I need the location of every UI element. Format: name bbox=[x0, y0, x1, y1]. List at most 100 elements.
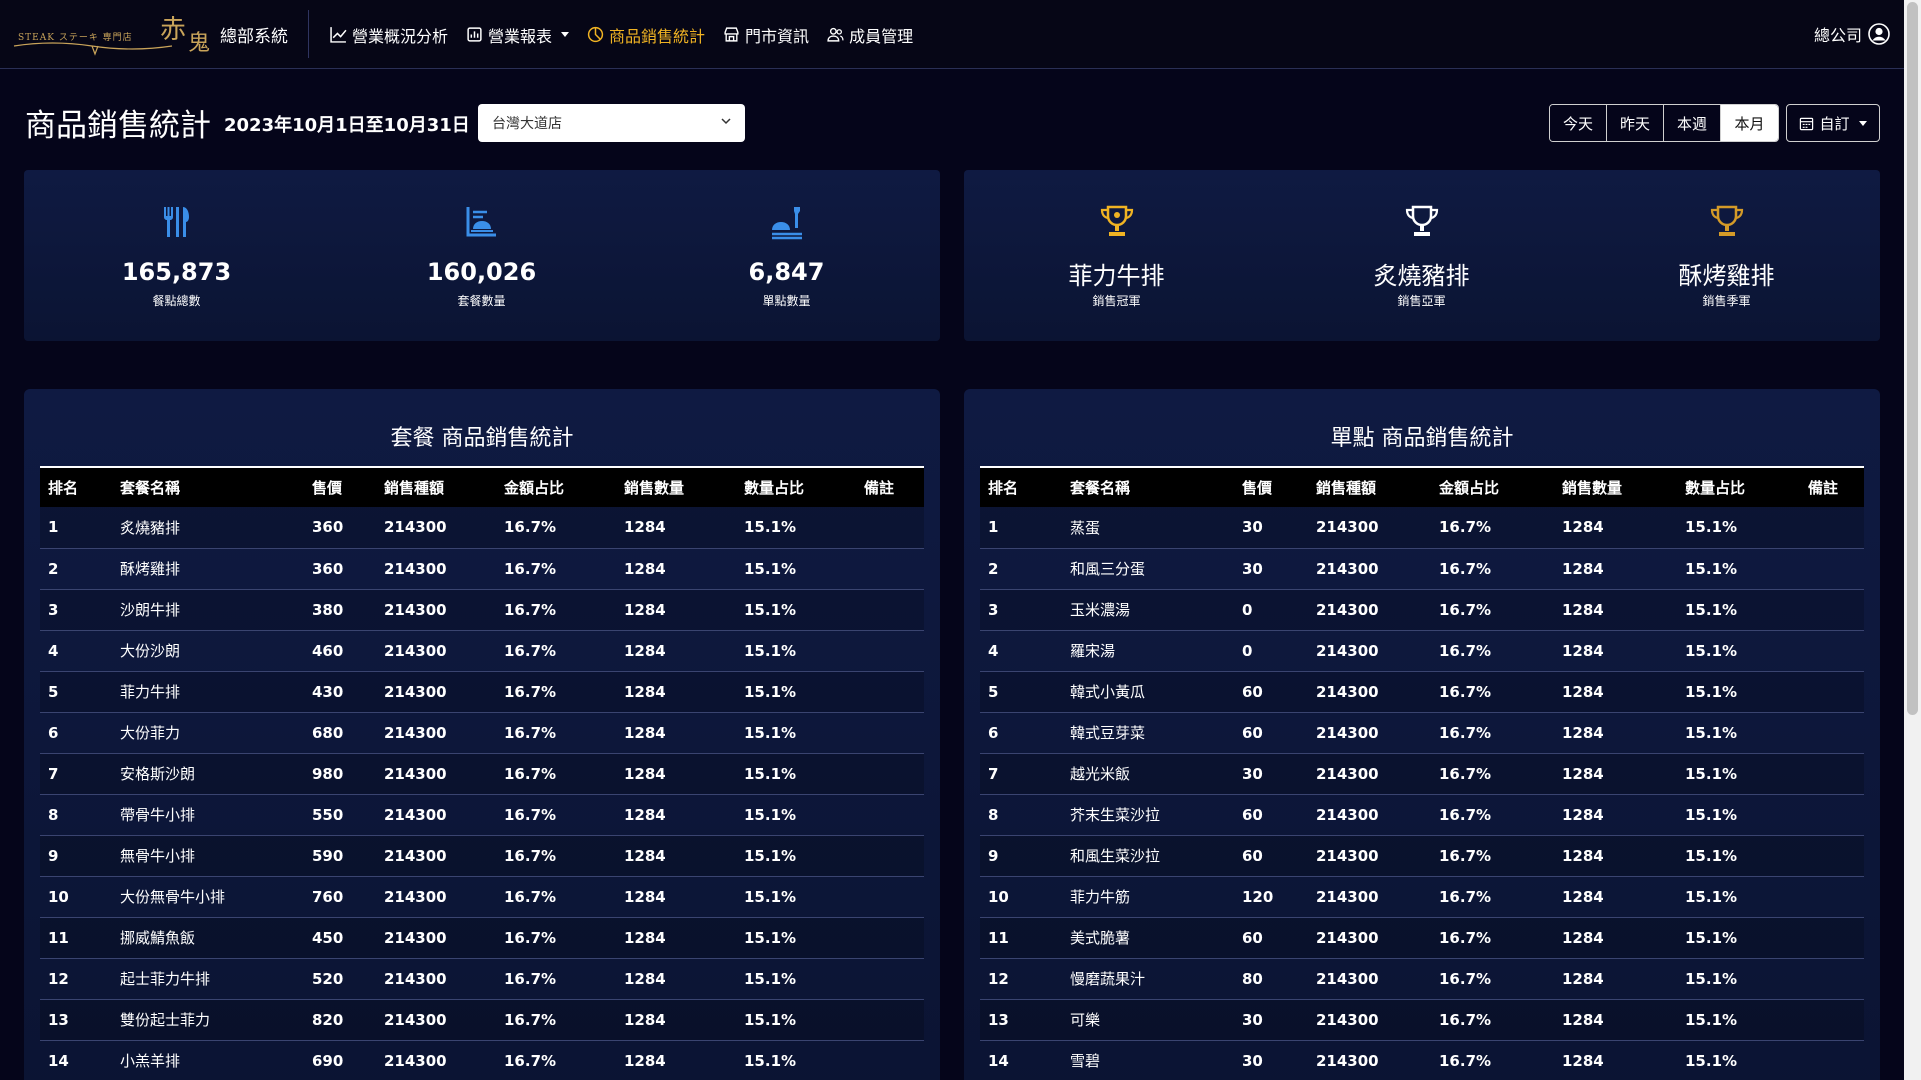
rank-product-name: 菲力牛排 bbox=[1068, 262, 1165, 290]
table-row[interactable]: 2 和風三分蛋 30 214300 16.7% 1284 15.1% bbox=[980, 548, 1864, 590]
product-name-cell: 沙朗牛排 bbox=[112, 589, 304, 631]
column-header: 數量占比 bbox=[1677, 466, 1800, 507]
table-row[interactable]: 6 韓式豆芽菜 60 214300 16.7% 1284 15.1% bbox=[980, 712, 1864, 754]
table-cell: 15.1% bbox=[736, 753, 856, 795]
rank-third: 酥烤雞排 銷售季軍 bbox=[1574, 170, 1879, 341]
column-header: 銷售種額 bbox=[376, 466, 496, 507]
table-cell: 450 bbox=[304, 917, 376, 959]
table-cell: 16.7% bbox=[496, 1040, 616, 1080]
page-scrollbar[interactable] bbox=[1904, 0, 1921, 1080]
table-row[interactable]: 10 菲力牛筋 120 214300 16.7% 1284 15.1% bbox=[980, 876, 1864, 918]
table-cell: 1284 bbox=[1554, 835, 1677, 877]
table-cell bbox=[856, 876, 924, 918]
nav-member-management[interactable]: 成員管理 bbox=[827, 23, 913, 47]
nav-product-sales[interactable]: 商品銷售統計 bbox=[587, 23, 705, 47]
table-cell bbox=[1800, 507, 1864, 549]
users-icon bbox=[827, 27, 844, 42]
table-cell: 430 bbox=[304, 671, 376, 713]
table-cell: 16.7% bbox=[1431, 1040, 1554, 1080]
table-cell bbox=[1800, 630, 1864, 672]
table-cell: 520 bbox=[304, 958, 376, 1000]
table-row[interactable]: 10 大份無骨牛小排 760 214300 16.7% 1284 15.1% bbox=[40, 876, 924, 918]
table-cell: 60 bbox=[1234, 712, 1308, 754]
table-cell: 15.1% bbox=[1677, 671, 1800, 713]
table-cell bbox=[1800, 753, 1864, 795]
table-row[interactable]: 4 大份沙朗 460 214300 16.7% 1284 15.1% bbox=[40, 630, 924, 672]
table-row[interactable]: 14 雪碧 30 214300 16.7% 1284 15.1% bbox=[980, 1040, 1864, 1080]
brand-logo[interactable]: STEAK ステーキ 専門店 赤 鬼 bbox=[12, 10, 212, 58]
pie-chart-icon bbox=[587, 26, 604, 43]
table-row[interactable]: 12 慢磨蔬果汁 80 214300 16.7% 1284 15.1% bbox=[980, 958, 1864, 1000]
table-cell: 1 bbox=[40, 507, 112, 549]
table-cell: 1284 bbox=[616, 917, 736, 959]
table-cell: 1284 bbox=[616, 999, 736, 1041]
table-row[interactable]: 6 大份菲力 680 214300 16.7% 1284 15.1% bbox=[40, 712, 924, 754]
table-cell: 60 bbox=[1234, 671, 1308, 713]
table-cell: 7 bbox=[980, 753, 1062, 795]
product-name-cell: 玉米濃湯 bbox=[1062, 589, 1234, 631]
table-row[interactable]: 3 玉米濃湯 0 214300 16.7% 1284 15.1% bbox=[980, 589, 1864, 631]
table-row[interactable]: 5 韓式小黃瓜 60 214300 16.7% 1284 15.1% bbox=[980, 671, 1864, 713]
table-row[interactable]: 7 安格斯沙朗 980 214300 16.7% 1284 15.1% bbox=[40, 753, 924, 795]
product-name-cell: 芥末生菜沙拉 bbox=[1062, 794, 1234, 836]
table-cell: 1284 bbox=[1554, 753, 1677, 795]
table-cell: 16.7% bbox=[1431, 835, 1554, 877]
store-icon bbox=[724, 27, 739, 42]
nav-business-overview[interactable]: 營業概況分析 bbox=[330, 23, 448, 47]
range-this-week-button[interactable]: 本週 bbox=[1664, 105, 1721, 141]
table-row[interactable]: 2 酥烤雞排 360 214300 16.7% 1284 15.1% bbox=[40, 548, 924, 590]
table-row[interactable]: 13 可樂 30 214300 16.7% 1284 15.1% bbox=[980, 999, 1864, 1041]
table-cell: 3 bbox=[980, 589, 1062, 631]
table-cell: 14 bbox=[980, 1040, 1062, 1080]
table-row[interactable]: 5 菲力牛排 430 214300 16.7% 1284 15.1% bbox=[40, 671, 924, 713]
table-cell: 13 bbox=[40, 999, 112, 1041]
table-cell: 550 bbox=[304, 794, 376, 836]
table-row[interactable]: 9 無骨牛小排 590 214300 16.7% 1284 15.1% bbox=[40, 835, 924, 877]
table-row[interactable]: 1 炙燒豬排 360 214300 16.7% 1284 15.1% bbox=[40, 507, 924, 549]
range-yesterday-button[interactable]: 昨天 bbox=[1607, 105, 1664, 141]
rank-first: 菲力牛排 銷售冠軍 bbox=[964, 170, 1269, 341]
table-cell: 16.7% bbox=[496, 630, 616, 672]
store-select[interactable]: 台灣大道店 bbox=[478, 104, 745, 142]
table-cell: 1 bbox=[980, 507, 1062, 549]
table-row[interactable]: 12 起士菲力牛排 520 214300 16.7% 1284 15.1% bbox=[40, 958, 924, 1000]
nav-store-info[interactable]: 門市資訊 bbox=[723, 23, 809, 47]
table-row[interactable]: 8 芥末生菜沙拉 60 214300 16.7% 1284 15.1% bbox=[980, 794, 1864, 836]
table-row[interactable]: 1 蒸蛋 30 214300 16.7% 1284 15.1% bbox=[980, 507, 1864, 549]
table-row[interactable]: 8 帶骨牛小排 550 214300 16.7% 1284 15.1% bbox=[40, 794, 924, 836]
table-cell bbox=[856, 999, 924, 1041]
table-row[interactable]: 9 和風生菜沙拉 60 214300 16.7% 1284 15.1% bbox=[980, 835, 1864, 877]
custom-range-button[interactable]: 自訂 bbox=[1786, 104, 1880, 142]
table-cell: 15.1% bbox=[1677, 794, 1800, 836]
table-cell: 1284 bbox=[616, 712, 736, 754]
table-row[interactable]: 4 羅宋湯 0 214300 16.7% 1284 15.1% bbox=[980, 630, 1864, 672]
table-cell: 1284 bbox=[616, 630, 736, 672]
nav-business-report[interactable]: 營業報表 bbox=[466, 23, 570, 47]
table-cell: 60 bbox=[1234, 794, 1308, 836]
range-this-month-button[interactable]: 本月 bbox=[1721, 105, 1778, 141]
table-row[interactable]: 11 挪威鯖魚飯 450 214300 16.7% 1284 15.1% bbox=[40, 917, 924, 959]
stat-value: 165,873 bbox=[121, 258, 232, 286]
table-cell: 15.1% bbox=[736, 671, 856, 713]
product-name-cell: 大份沙朗 bbox=[112, 630, 304, 672]
table-cell: 30 bbox=[1234, 1040, 1308, 1080]
single-item-sales-panel: 單點 商品銷售統計 排名 套餐名稱 售價 銷售種額 金額占比 銷售數量 數量占比 備註 1 蒸蛋… bbox=[964, 389, 1880, 1080]
product-name-cell: 慢磨蔬果汁 bbox=[1062, 958, 1234, 1000]
table-cell: 820 bbox=[304, 999, 376, 1041]
table-cell bbox=[856, 589, 924, 631]
table-row[interactable]: 3 沙朗牛排 380 214300 16.7% 1284 15.1% bbox=[40, 589, 924, 631]
user-menu[interactable]: 總公司 bbox=[1814, 22, 1890, 46]
table-cell: 1284 bbox=[1554, 1040, 1677, 1080]
scrollbar-thumb[interactable] bbox=[1907, 2, 1918, 715]
range-today-button[interactable]: 今天 bbox=[1550, 105, 1607, 141]
table-cell: 16.7% bbox=[496, 917, 616, 959]
utensils-icon bbox=[163, 207, 189, 237]
table-cell: 214300 bbox=[1308, 589, 1431, 631]
table-row[interactable]: 13 雙份起士菲力 820 214300 16.7% 1284 15.1% bbox=[40, 999, 924, 1041]
table-cell: 15.1% bbox=[1677, 507, 1800, 549]
table-cell: 3 bbox=[40, 589, 112, 631]
table-cell: 214300 bbox=[376, 1040, 496, 1080]
table-row[interactable]: 7 越光米飯 30 214300 16.7% 1284 15.1% bbox=[980, 753, 1864, 795]
table-row[interactable]: 11 美式脆薯 60 214300 16.7% 1284 15.1% bbox=[980, 917, 1864, 959]
table-row[interactable]: 14 小羔羊排 690 214300 16.7% 1284 15.1% bbox=[40, 1040, 924, 1080]
